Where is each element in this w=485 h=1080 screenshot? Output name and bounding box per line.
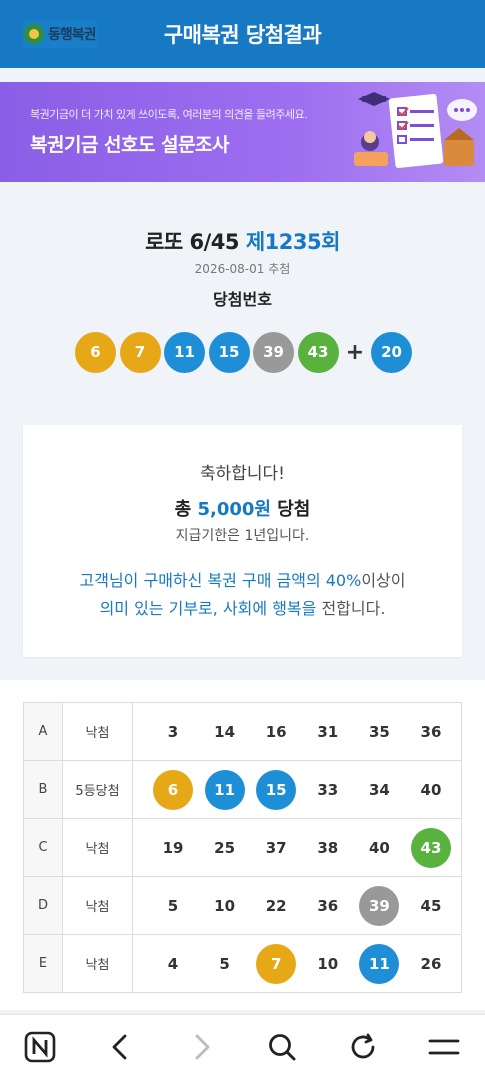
game-number: 3 <box>167 722 179 741</box>
game-row: A 낙첨 3 14 16 31 35 36 <box>23 702 462 761</box>
banner-subtitle: 복권기금이 더 가치 있게 쓰이도록, 여러분의 의견을 들려주세요. <box>30 108 308 121</box>
matched-number-ball: 39 <box>359 885 400 926</box>
game-status: 낙첨 <box>62 876 133 935</box>
payment-deadline: 지급기한은 1년입니다. <box>175 528 310 544</box>
game-numbers: 3 14 16 31 35 36 <box>132 702 462 761</box>
page-title: 구매복권 당첨결과 <box>163 23 322 47</box>
game-number: 10 <box>317 954 339 973</box>
naver-home-icon[interactable] <box>20 1029 60 1065</box>
game-number: 35 <box>368 722 390 741</box>
game-number: 22 <box>265 896 287 915</box>
game-numbers: 19 25 37 38 40 43 <box>132 818 462 877</box>
game-number: 40 <box>368 838 390 857</box>
game-row: E 낙첨 4 5 7 10 11 26 <box>23 934 462 993</box>
game-number: 26 <box>420 954 442 973</box>
donation-highlight-2: 의미 있는 기부로, 사회에 행복을 <box>99 599 317 618</box>
winning-ball: 11 <box>164 331 205 373</box>
matched-number-ball: 11 <box>359 943 400 984</box>
game-number: 40 <box>420 780 442 799</box>
game-number: 36 <box>317 896 339 915</box>
game-status: 낙첨 <box>62 702 133 761</box>
donation-text-1: 이상이 <box>361 571 406 590</box>
matched-number-ball: 43 <box>410 827 451 868</box>
game-number: 10 <box>214 896 236 915</box>
matched-number-ball: 15 <box>256 769 297 810</box>
game-number: 31 <box>317 722 339 741</box>
game-number: 37 <box>265 838 287 857</box>
logo-text: 동행복권 <box>48 27 97 43</box>
game-label: C <box>23 818 63 877</box>
round-number: 제1235회 <box>245 230 341 254</box>
game-number: 33 <box>317 780 339 799</box>
game-number: 5 <box>167 896 179 915</box>
game-numbers: 6 11 15 33 34 40 <box>132 760 462 819</box>
prize-card: 축하합니다! 총 5,000원 당첨 지급기한은 1년입니다. 고객님이 구매하… <box>23 425 462 657</box>
matched-number-ball: 6 <box>153 769 193 810</box>
game-number: 19 <box>162 838 184 857</box>
logo-mark-icon <box>24 24 44 44</box>
prize-prefix: 총 <box>174 499 192 520</box>
prize-total: 총 5,000원 당첨 <box>23 495 462 521</box>
game-label: D <box>23 876 63 935</box>
game-status: 낙첨 <box>62 934 133 993</box>
game-number: 4 <box>167 954 179 973</box>
game-number: 38 <box>317 838 339 857</box>
refresh-icon[interactable] <box>343 1029 383 1065</box>
search-icon[interactable] <box>262 1029 302 1065</box>
game-status: 5등당첨 <box>62 760 133 819</box>
survey-banner[interactable]: 복권기금이 더 가치 있게 쓰이도록, 여러분의 의견을 들려주세요. 복권기금… <box>0 82 485 182</box>
game-name: 로또 6/45 <box>145 230 240 254</box>
game-number: 36 <box>420 722 442 741</box>
purchased-games-section: A 낙첨 3 14 16 31 35 36 B 5등당첨 6 11 15 33 34 40 C 낙첨 19 25 37 3… <box>0 680 485 1010</box>
winning-numbers: 6 7 11 15 39 43 + 20 <box>75 331 416 373</box>
winning-ball: 6 <box>75 331 116 373</box>
back-icon[interactable] <box>100 1029 140 1065</box>
forward-icon[interactable] <box>182 1029 222 1065</box>
banner-title: 복권기금 선호도 설문조사 <box>30 134 230 156</box>
menu-icon[interactable] <box>424 1029 464 1065</box>
donation-message: 고객님이 구매하신 복권 구매 금액의 40%이상이 의미 있는 기부로, 사회… <box>23 567 462 623</box>
purchased-games-table: A 낙첨 3 14 16 31 35 36 B 5등당첨 6 11 15 33 34 40 C 낙첨 19 25 37 3… <box>23 702 462 993</box>
game-number: 14 <box>214 722 236 741</box>
round-title: 로또 6/45 제1235회 <box>0 226 485 256</box>
donghaeng-lottery-logo[interactable]: 동행복권 <box>22 20 98 48</box>
winning-ball: 43 <box>297 331 339 373</box>
congrats-text: 축하합니다! <box>199 464 285 484</box>
game-row: C 낙첨 19 25 37 38 40 43 <box>23 818 462 877</box>
browser-bottom-bar <box>0 1014 485 1080</box>
winning-numbers-label: 당첨번호 <box>213 290 272 309</box>
game-status: 낙첨 <box>62 818 133 877</box>
matched-number-ball: 7 <box>256 943 297 984</box>
game-row: D 낙첨 5 10 22 36 39 45 <box>23 876 462 935</box>
game-number: 34 <box>368 780 390 799</box>
survey-illustration-icon <box>354 92 477 169</box>
bonus-ball: 20 <box>371 331 412 373</box>
game-number: 16 <box>265 722 287 741</box>
app-header: 동행복권 구매복권 당첨결과 <box>0 0 485 68</box>
winning-ball: 7 <box>119 331 161 373</box>
donation-text-2: 전합니다. <box>316 599 386 618</box>
game-label: A <box>23 702 63 761</box>
game-number: 5 <box>219 954 230 973</box>
matched-number-ball: 11 <box>204 769 245 810</box>
draw-date: 2026-08-01 추첨 <box>194 262 291 276</box>
prize-suffix: 당첨 <box>277 499 311 520</box>
game-row: B 5등당첨 6 11 15 33 34 40 <box>23 760 462 819</box>
winning-ball: 39 <box>253 331 294 373</box>
game-number: 25 <box>214 838 236 857</box>
game-numbers: 5 10 22 36 39 45 <box>132 876 462 935</box>
game-label: B <box>23 760 63 819</box>
game-number: 45 <box>420 896 442 915</box>
winning-ball: 15 <box>208 331 250 373</box>
plus-sign: + <box>345 339 365 365</box>
donation-highlight-1: 고객님이 구매하신 복권 구매 금액의 40% <box>79 571 362 590</box>
prize-amount: 5,000원 <box>197 499 271 520</box>
game-label: E <box>23 934 63 993</box>
game-numbers: 4 5 7 10 11 26 <box>132 934 462 993</box>
